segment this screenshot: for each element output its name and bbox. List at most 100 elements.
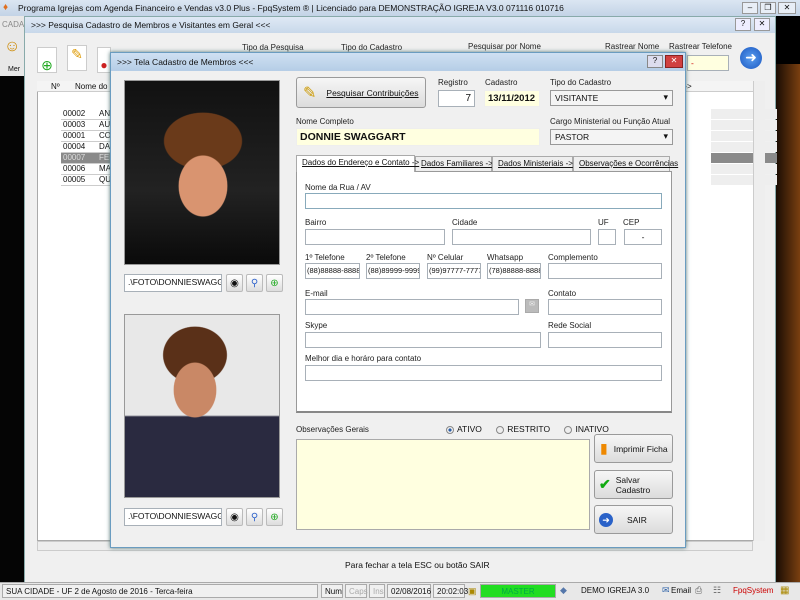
help-button[interactable]: ? bbox=[647, 55, 663, 68]
close-button[interactable]: ✕ bbox=[754, 18, 770, 31]
cep-label: CEP bbox=[623, 218, 640, 227]
tel2-label: 2º Telefone bbox=[366, 253, 406, 262]
radio-ativo[interactable]: ATIVO bbox=[446, 424, 482, 434]
uf-label: UF bbox=[598, 218, 609, 227]
email-input[interactable] bbox=[305, 299, 519, 315]
close-button[interactable]: ✕ bbox=[665, 55, 683, 68]
tel1-input[interactable]: (88)88888-8888 bbox=[305, 263, 360, 279]
radio-restrito-label: RESTRITO bbox=[507, 424, 551, 434]
whatsapp-input[interactable]: (78)88888-8888 bbox=[487, 263, 541, 279]
salvar-cadastro-button[interactable]: ✔ Salvar Cadastro bbox=[594, 470, 673, 499]
rastrear-telefone-label: Rastrear Telefone bbox=[669, 42, 732, 51]
tel1-label: 1º Telefone bbox=[305, 253, 345, 262]
photo-2-path[interactable]: .\FOTO\DONNIESWAGGART2 bbox=[124, 508, 222, 526]
cidade-input[interactable] bbox=[452, 229, 591, 245]
radio-inativo-label: INATIVO bbox=[575, 424, 609, 434]
vertical-scrollbar[interactable] bbox=[753, 81, 765, 541]
table-row-extension[interactable] bbox=[711, 153, 777, 163]
salvar-label: Salvar Cadastro bbox=[615, 474, 651, 495]
tipo-cadastro-select[interactable]: VISITANTE bbox=[550, 90, 673, 106]
tel2-input[interactable]: (88)89999-9999 bbox=[366, 263, 420, 279]
menu-cadastro[interactable]: CADA bbox=[2, 20, 24, 29]
registro-field[interactable]: 7 bbox=[438, 90, 475, 107]
row-num: 00007 bbox=[63, 153, 86, 162]
app-title-bar: ♦ Programa Igrejas com Agenda Financeiro… bbox=[0, 0, 800, 16]
status-ins: Ins bbox=[369, 584, 385, 598]
send-email-button[interactable]: ✉ bbox=[525, 299, 539, 313]
status-email[interactable]: Email bbox=[668, 584, 691, 598]
go-arrow-button[interactable]: ➜ bbox=[740, 47, 762, 69]
network-icon[interactable]: ☷ bbox=[713, 585, 721, 596]
webcam-icon[interactable]: ◉ bbox=[226, 508, 243, 526]
contato-input[interactable] bbox=[548, 299, 662, 315]
rua-input[interactable] bbox=[305, 193, 662, 209]
search-icon[interactable]: ⚲ bbox=[246, 508, 263, 526]
complemento-input[interactable] bbox=[548, 263, 662, 279]
tab-dados-ministeriais[interactable]: Dados Ministeriais -> bbox=[492, 156, 573, 171]
member-photo-1 bbox=[124, 80, 280, 265]
status-location-date: SUA CIDADE - UF 2 de Agosto de 2016 - Te… bbox=[2, 584, 318, 598]
row-num: 00001 bbox=[63, 131, 86, 140]
rede-social-input[interactable] bbox=[548, 332, 662, 348]
delete-icon[interactable]: ● bbox=[97, 47, 111, 73]
search-icon[interactable]: ⚲ bbox=[246, 274, 263, 292]
radio-ativo-dot[interactable] bbox=[446, 425, 454, 434]
nome-completo-field[interactable]: DONNIE SWAGGART bbox=[296, 128, 540, 146]
cep-input[interactable]: - bbox=[624, 229, 662, 245]
table-row-extension[interactable] bbox=[711, 109, 777, 119]
celular-input[interactable]: (99)97777-7777 bbox=[427, 263, 481, 279]
radio-restrito[interactable]: RESTRITO bbox=[496, 424, 550, 434]
table-row-extension[interactable] bbox=[711, 120, 777, 130]
status-time: 20:02:03 bbox=[433, 584, 468, 598]
maximize-button[interactable]: ❐ bbox=[760, 2, 776, 14]
cadastro-date-field[interactable]: 13/11/2012 bbox=[484, 90, 540, 107]
help-button[interactable]: ? bbox=[735, 18, 751, 31]
cargo-select[interactable]: PASTOR bbox=[550, 129, 673, 145]
tab-observacoes-ocorrencias[interactable]: Observações e Ocorrências bbox=[573, 156, 678, 171]
registro-label: Registro bbox=[438, 78, 468, 87]
pesquisar-contribuicoes-button[interactable]: ✎ Pesquisar Contribuições bbox=[296, 77, 426, 108]
tab-endereco-contato[interactable]: Dados do Endereço e Contato -> bbox=[296, 155, 419, 172]
calendar-icon[interactable]: ▦ bbox=[780, 585, 789, 596]
tab-dados-familiares[interactable]: Dados Familiares -> bbox=[415, 156, 493, 171]
skype-label: Skype bbox=[305, 321, 328, 330]
grid-header-num: Nº bbox=[51, 82, 60, 91]
app-icon: ♦ bbox=[3, 2, 9, 13]
add-icon[interactable]: ⊕ bbox=[266, 508, 283, 526]
table-row-extension[interactable] bbox=[711, 164, 777, 174]
table-row-extension[interactable] bbox=[711, 175, 777, 185]
skype-input[interactable] bbox=[305, 332, 541, 348]
table-row-extension[interactable] bbox=[711, 142, 777, 152]
complemento-label: Complemento bbox=[548, 253, 598, 262]
uf-input[interactable] bbox=[598, 229, 616, 245]
minimize-button[interactable]: – bbox=[742, 2, 758, 14]
radio-inativo[interactable]: INATIVO bbox=[564, 424, 609, 434]
imprimir-ficha-button[interactable]: ▮ Imprimir Ficha bbox=[594, 434, 673, 463]
notepad-icon: ✎ bbox=[303, 84, 317, 102]
radio-restrito-dot[interactable] bbox=[496, 425, 505, 434]
photo-1-path[interactable]: .\FOTO\DONNIESWAGGART1 bbox=[124, 274, 222, 292]
edit-icon[interactable]: ✎ bbox=[67, 45, 87, 71]
bairro-label: Bairro bbox=[305, 218, 327, 227]
radio-inativo-dot[interactable] bbox=[564, 425, 573, 434]
add-icon[interactable]: ⊕ bbox=[266, 274, 283, 292]
new-record-icon[interactable]: ⊕ bbox=[37, 47, 57, 73]
melhor-dia-label: Melhor dia e horáro para contato bbox=[305, 354, 422, 363]
rastrear-telefone-input[interactable]: - bbox=[687, 55, 729, 71]
printer-icon[interactable]: ⎙ bbox=[695, 585, 702, 596]
members-icon[interactable]: ☺ bbox=[4, 38, 20, 56]
sair-button[interactable]: ➜ SAIR bbox=[594, 505, 673, 534]
bairro-input[interactable] bbox=[305, 229, 445, 245]
database-icon: ◆ bbox=[560, 585, 567, 595]
melhor-dia-input[interactable] bbox=[305, 365, 662, 381]
close-button[interactable]: ✕ bbox=[778, 2, 796, 14]
observacoes-textarea[interactable] bbox=[296, 439, 590, 530]
webcam-icon[interactable]: ◉ bbox=[226, 274, 243, 292]
search-window-title: >>> Pesquisa Cadastro de Membros e Visit… bbox=[31, 20, 271, 30]
row-num: 00003 bbox=[63, 120, 86, 129]
table-row-extension[interactable] bbox=[711, 131, 777, 141]
cidade-label: Cidade bbox=[452, 218, 478, 227]
tipo-cadastro-label: Tipo do Cadastro bbox=[341, 43, 403, 52]
whatsapp-label: Whatsapp bbox=[487, 253, 524, 262]
status-date: 02/08/2016 bbox=[387, 584, 431, 598]
